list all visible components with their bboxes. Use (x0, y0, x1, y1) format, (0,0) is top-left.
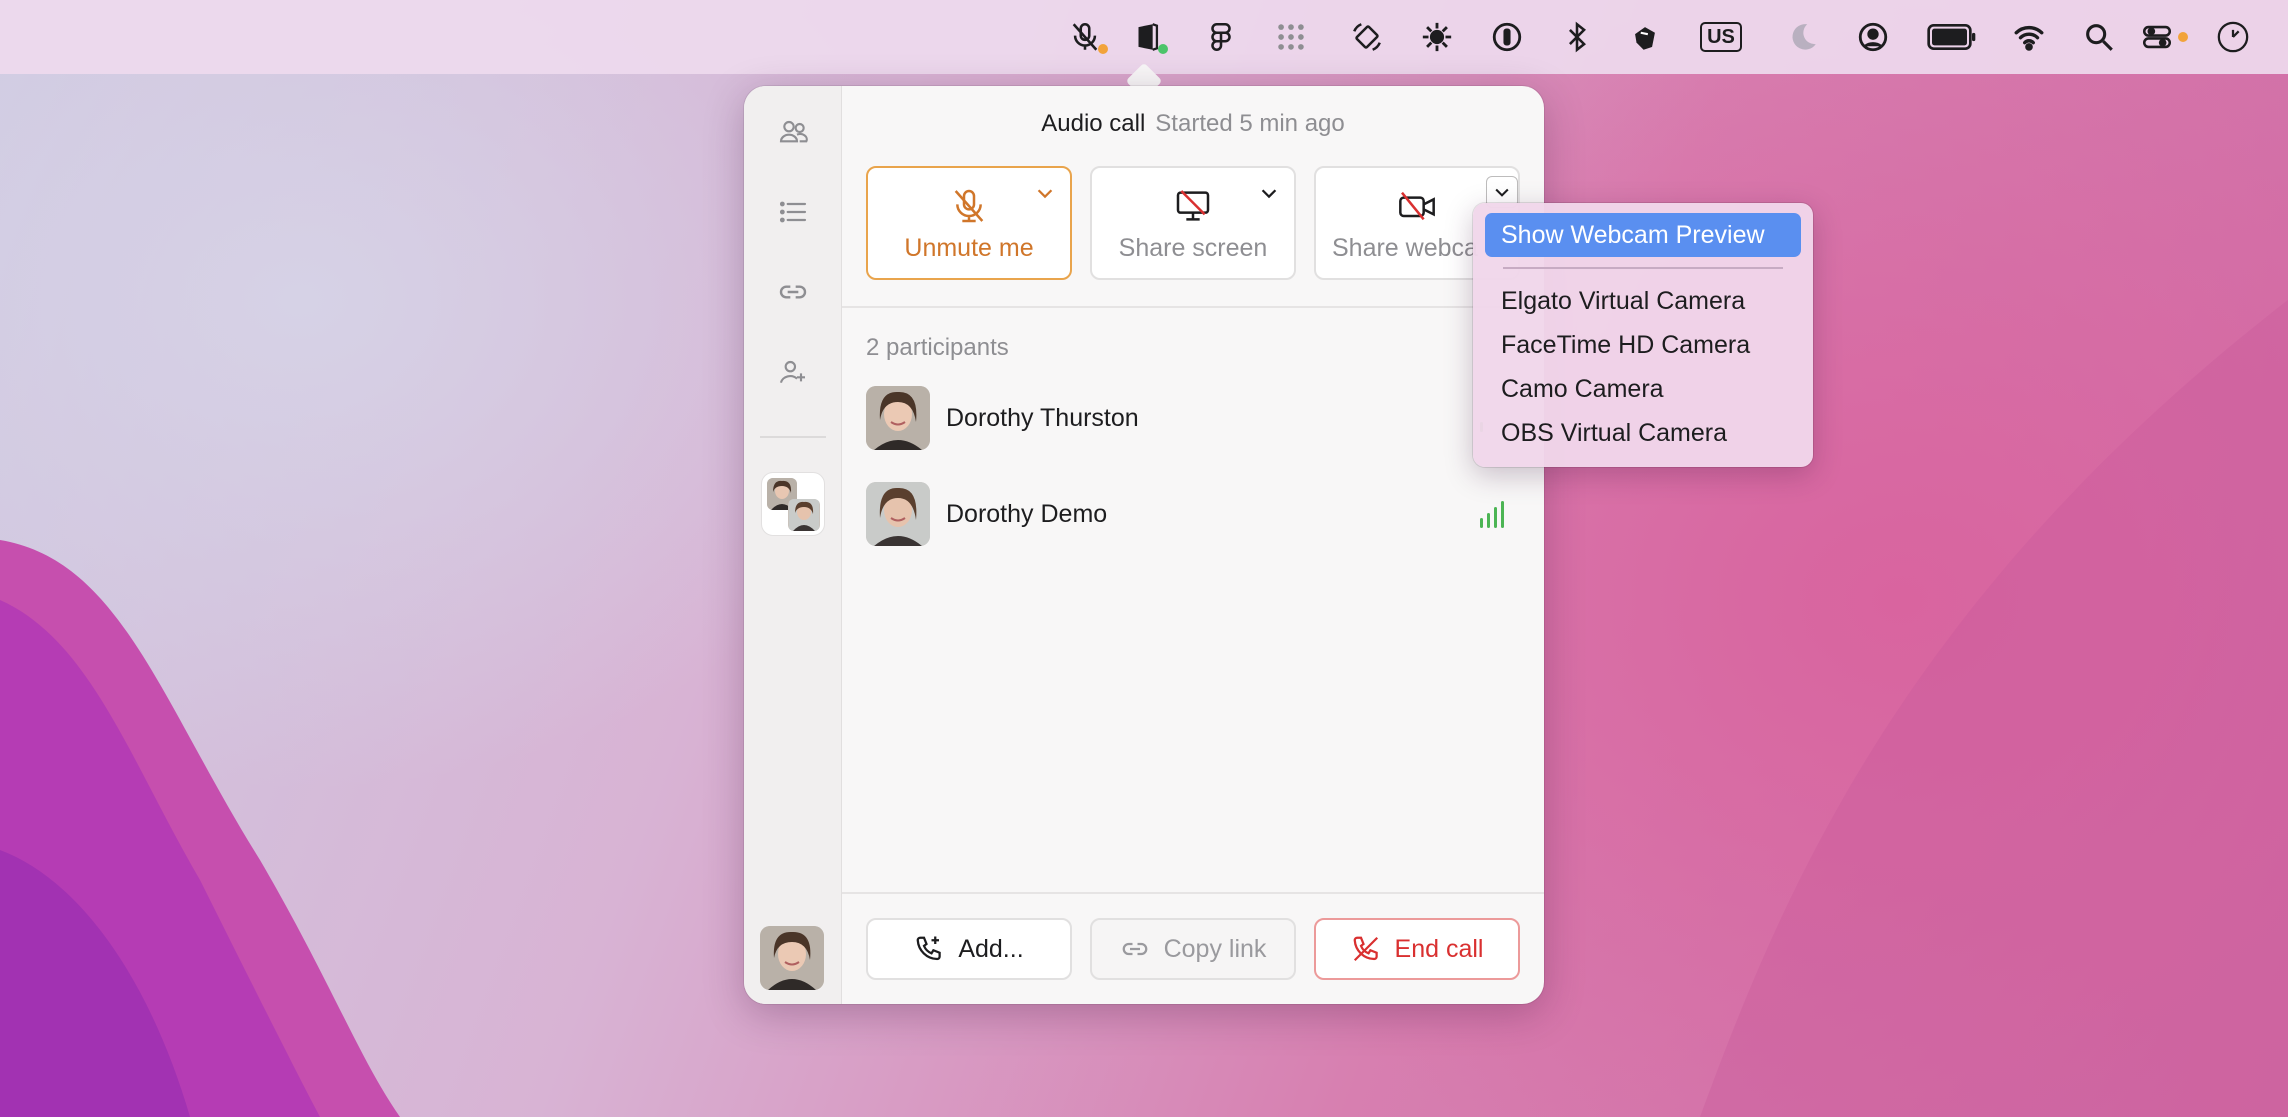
controls-divider (842, 306, 1544, 308)
call-popover: Audio call Started 5 min ago Unmute me Sh… (744, 86, 1544, 1004)
password-icon[interactable] (1484, 14, 1530, 60)
link-icon (1122, 942, 1147, 956)
rotate-icon[interactable] (1344, 14, 1390, 60)
clock-icon[interactable] (2210, 14, 2256, 60)
participants-count: 2 participants (866, 334, 1009, 361)
battery-icon[interactable] (1924, 14, 1980, 60)
menu-item-camera[interactable]: OBS Virtual Camera (1485, 411, 1801, 455)
wifi-icon[interactable] (2006, 14, 2052, 60)
control-center-icon[interactable] (2134, 14, 2188, 60)
add-person-icon[interactable] (769, 348, 817, 396)
user-icon[interactable] (1850, 14, 1896, 60)
unmute-label: Unmute me (904, 234, 1034, 262)
mic-status-dot (1098, 44, 1108, 54)
link-icon[interactable] (769, 268, 817, 316)
participant-row[interactable]: Dorothy Demo (866, 482, 1520, 546)
app-status-dot (1158, 44, 1168, 54)
chevron-down-icon[interactable] (1258, 182, 1280, 204)
share-screen-label: Share screen (1118, 234, 1268, 262)
call-title: Audio call (1041, 110, 1146, 137)
call-header: Audio call Started 5 min ago (842, 110, 1544, 138)
moon-icon[interactable] (1780, 14, 1826, 60)
participant-name: Dorothy Demo (946, 500, 1108, 528)
copy-link-button[interactable]: Copy link (1090, 918, 1296, 980)
end-call-icon (1353, 936, 1378, 962)
unmute-button[interactable]: Unmute me (866, 166, 1072, 280)
avatar (866, 482, 930, 546)
call-subtitle: Started 5 min ago (1155, 110, 1345, 137)
group-avatar-face-2 (788, 499, 820, 531)
end-call-label: End call (1394, 934, 1484, 963)
menu-item-show-webcam-preview[interactable]: Show Webcam Preview (1485, 213, 1801, 257)
sidebar-divider (760, 436, 826, 438)
menu-item-camera[interactable]: FaceTime HD Camera (1485, 323, 1801, 367)
figma-icon[interactable] (1198, 14, 1244, 60)
search-icon[interactable] (2076, 14, 2122, 60)
mic-muted-icon[interactable] (1062, 14, 1108, 60)
sun-icon[interactable] (1414, 14, 1460, 60)
group-avatar[interactable] (761, 472, 825, 536)
my-avatar[interactable] (760, 926, 824, 990)
menu-item-camera[interactable]: Elgato Virtual Camera (1485, 279, 1801, 323)
call-sidebar (744, 86, 842, 1004)
keyboard-layout-icon[interactable]: US (1698, 14, 1744, 60)
webcam-dropdown: Show Webcam Preview Elgato Virtual Camer… (1473, 203, 1813, 467)
copy-link-label: Copy link (1163, 934, 1267, 963)
add-button[interactable]: Add... (866, 918, 1072, 980)
hand-icon[interactable] (1622, 14, 1668, 60)
bluetooth-icon[interactable] (1554, 14, 1600, 60)
chevron-down-icon[interactable] (1034, 182, 1056, 204)
people-icon[interactable] (769, 108, 817, 156)
add-call-icon (916, 936, 942, 961)
signal-strength-icon (1480, 501, 1504, 528)
chevron-down-icon (1495, 188, 1509, 197)
participant-name: Dorothy Thurston (946, 404, 1139, 432)
app-status-icon[interactable] (1124, 14, 1170, 60)
menu-item-camera[interactable]: Camo Camera (1485, 367, 1801, 411)
keyboard-layout-label: US (1700, 22, 1742, 52)
list-icon[interactable] (769, 188, 817, 236)
share-screen-button[interactable]: Share screen (1090, 166, 1296, 280)
grid-dots-icon[interactable] (1268, 14, 1314, 60)
end-call-button[interactable]: End call (1314, 918, 1520, 980)
participant-row[interactable]: Dorothy Thurston (866, 386, 1520, 450)
footer-divider (842, 892, 1544, 894)
add-label: Add... (958, 934, 1024, 963)
menu-divider (1503, 267, 1783, 269)
call-main: Audio call Started 5 min ago Unmute me Sh… (842, 86, 1544, 1004)
avatar (866, 386, 930, 450)
control-center-dot (2178, 32, 2188, 42)
